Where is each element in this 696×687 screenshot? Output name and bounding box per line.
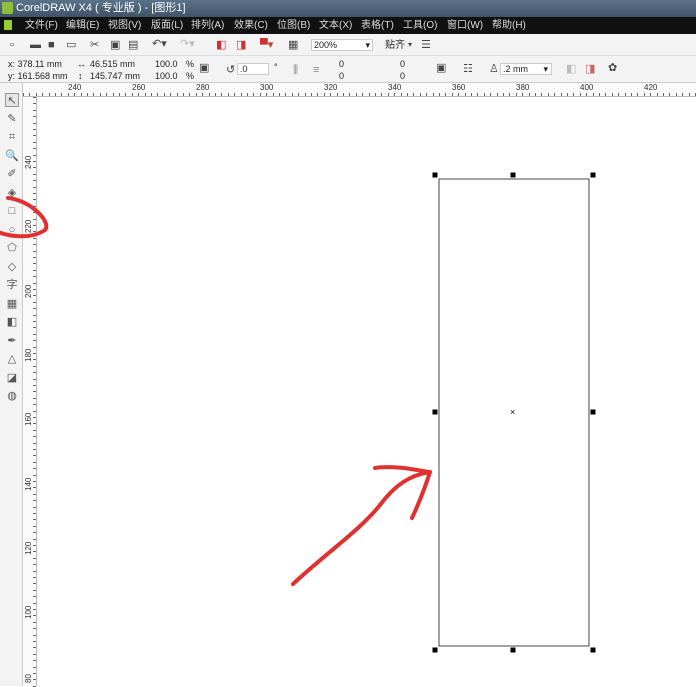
selection-handle[interactable] bbox=[510, 647, 516, 653]
selection-handle[interactable] bbox=[432, 647, 438, 653]
selection-handle[interactable] bbox=[590, 647, 596, 653]
center-mark-icon: × bbox=[510, 407, 515, 417]
selection-handle[interactable] bbox=[590, 172, 596, 178]
selection-handle[interactable] bbox=[432, 409, 438, 415]
annotation-circle bbox=[0, 196, 49, 239]
selection-handle[interactable] bbox=[432, 172, 438, 178]
selection-handle[interactable] bbox=[590, 409, 596, 415]
selection-handle[interactable] bbox=[510, 172, 516, 178]
canvas-overlay: × bbox=[0, 172, 596, 653]
annotation-arrow bbox=[291, 465, 432, 586]
